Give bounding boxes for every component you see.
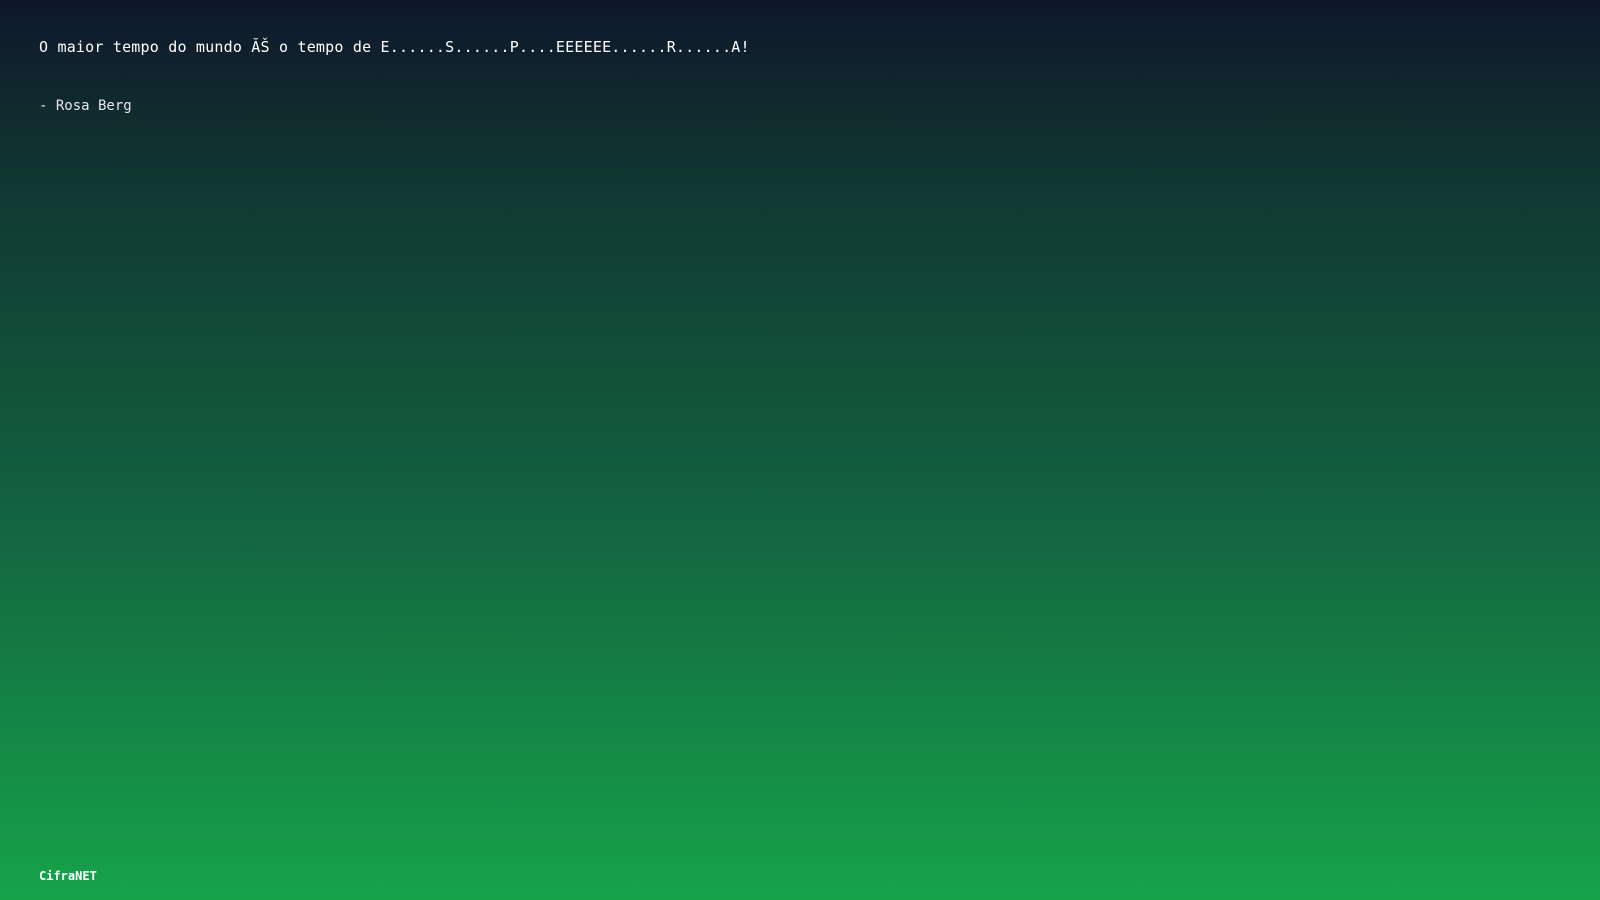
quote-text: O maior tempo do mundo ĂŠ o tempo de E..…: [39, 38, 750, 56]
quote-author: - Rosa Berg: [39, 98, 132, 114]
brand-label: CifraNET: [39, 869, 97, 883]
